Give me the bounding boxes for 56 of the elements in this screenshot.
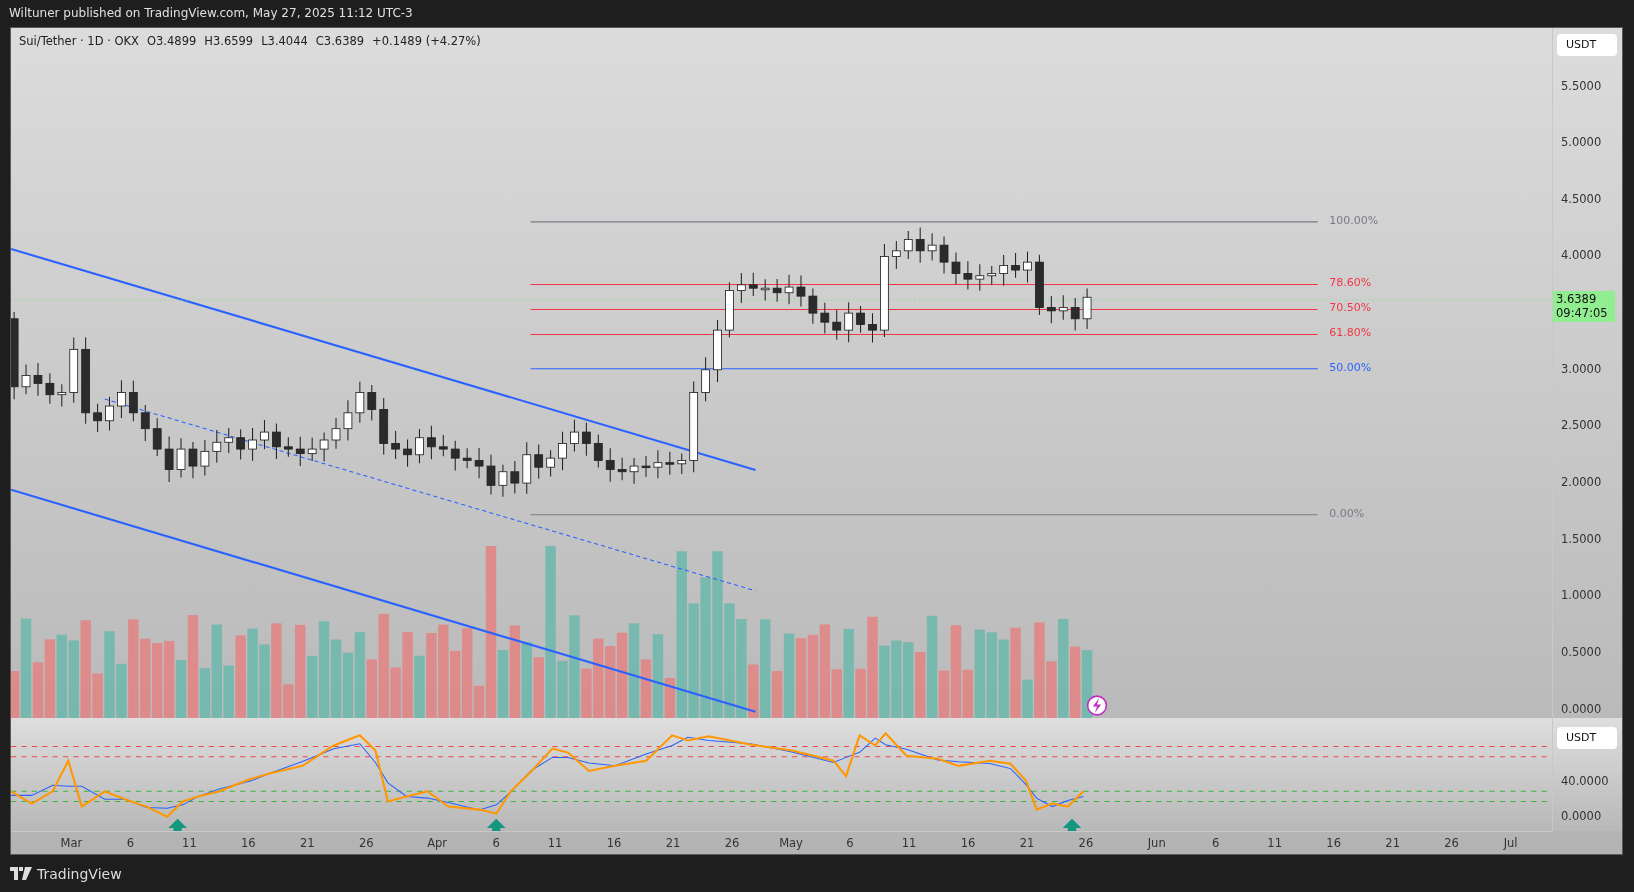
price-tick: 3.0000 <box>1561 361 1602 376</box>
time-label: 26 <box>1078 836 1094 850</box>
last-price: 3.6389 <box>1556 291 1598 306</box>
currency-button[interactable]: USDT <box>1557 727 1617 750</box>
time-label: 16 <box>960 836 976 850</box>
countdown-timer: 09:47:05 <box>1556 305 1609 320</box>
price-tick: 1.5000 <box>1561 531 1602 546</box>
time-label: Mar <box>60 836 83 850</box>
time-label: 6 <box>846 836 854 850</box>
publisher-caption: Wiltuner published on TradingView.com, May 27, 2025 11:12 UTC-3 <box>9 6 413 20</box>
price-tick: 0.0000 <box>1561 701 1602 716</box>
price-tick: 2.0000 <box>1561 474 1602 489</box>
time-label: Apr <box>427 836 448 850</box>
price-tick: 2.5000 <box>1561 418 1602 433</box>
time-label: 21 <box>1019 836 1035 850</box>
low-value: L3.4044 <box>261 34 308 48</box>
currency-button[interactable]: USDT <box>1557 34 1617 56</box>
fib-level-label: 78.60% <box>1329 276 1372 290</box>
oscillator-tick: 40.0000 <box>1561 774 1609 788</box>
price-tick: 4.5000 <box>1561 191 1602 206</box>
time-label: Jun <box>1147 836 1166 850</box>
open-value: O3.4899 <box>147 34 197 48</box>
time-label: 11 <box>182 836 197 850</box>
time-label: 26 <box>359 836 374 850</box>
time-label: 16 <box>1326 836 1341 850</box>
price-tick: 0.5000 <box>1561 644 1602 659</box>
price-tick: 5.0000 <box>1561 135 1602 150</box>
brand-name: TradingView <box>37 865 122 882</box>
price-tick: 1.0000 <box>1561 588 1602 603</box>
fib-level-label: 50.00% <box>1329 360 1372 374</box>
price-tick: 4.0000 <box>1561 248 1602 263</box>
time-label: 26 <box>724 836 740 850</box>
fib-level-label: 70.50% <box>1329 301 1372 315</box>
time-label: 6 <box>126 836 135 850</box>
time-label: 21 <box>1385 836 1400 850</box>
time-label: 6 <box>1212 836 1220 850</box>
fib-level-label: 0.00% <box>1329 506 1365 520</box>
time-label: May <box>779 836 803 850</box>
oscillator-tick: 0.0000 <box>1561 809 1602 823</box>
fib-level-label: 100.00% <box>1329 213 1379 227</box>
time-label: 16 <box>606 836 622 850</box>
symbol-label: Sui/Tether · 1D · OKX <box>19 34 139 48</box>
time-label: 21 <box>665 836 681 850</box>
high-value: H3.6599 <box>204 34 254 48</box>
price-tick: 5.5000 <box>1561 78 1602 93</box>
close-value: C3.6389 <box>315 34 365 48</box>
time-label: 26 <box>1444 836 1459 850</box>
time-label: 11 <box>547 836 563 850</box>
time-label: 11 <box>1267 836 1282 850</box>
fib-level-label: 61.80% <box>1329 326 1372 340</box>
time-label: 16 <box>241 836 256 850</box>
time-label: Jul <box>1503 836 1518 850</box>
change-value: +0.1489 (+4.27%) <box>372 34 481 48</box>
time-label: 6 <box>492 836 500 850</box>
time-label: 21 <box>300 836 315 850</box>
time-label: 11 <box>901 836 917 850</box>
